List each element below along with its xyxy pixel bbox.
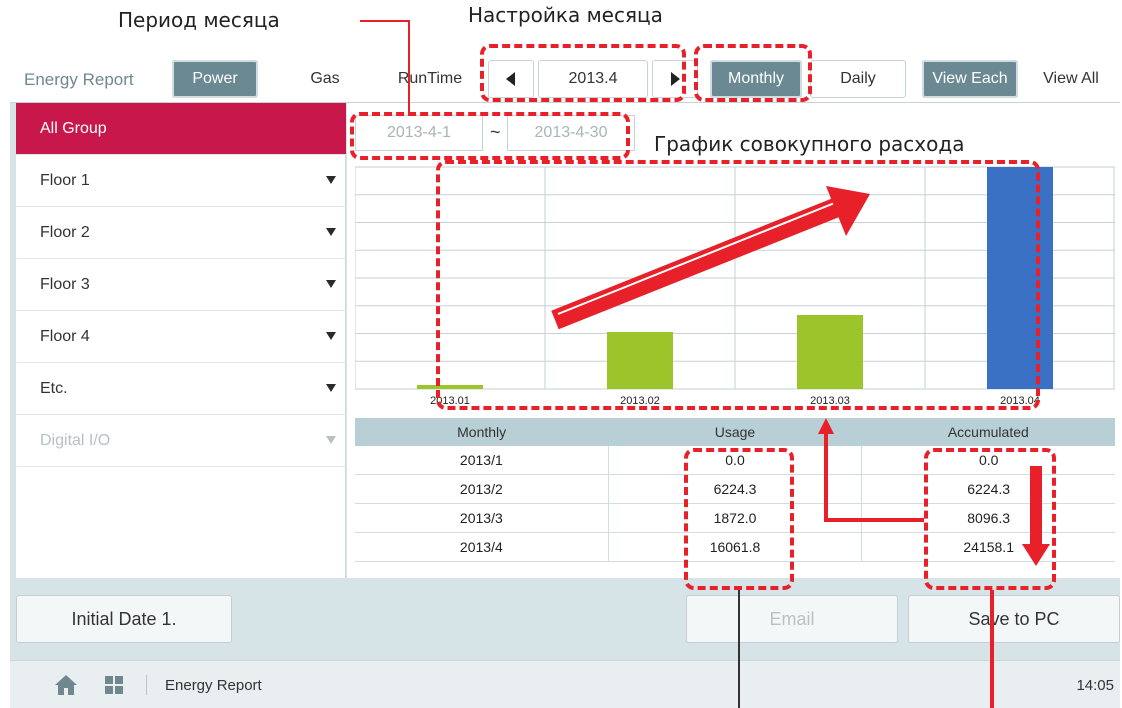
connector-to-chart-icon (818, 418, 924, 522)
annotation-arrows (551, 186, 1050, 566)
accumulated-down-arrow-icon (1022, 466, 1050, 566)
growth-arrow-icon (551, 186, 870, 330)
